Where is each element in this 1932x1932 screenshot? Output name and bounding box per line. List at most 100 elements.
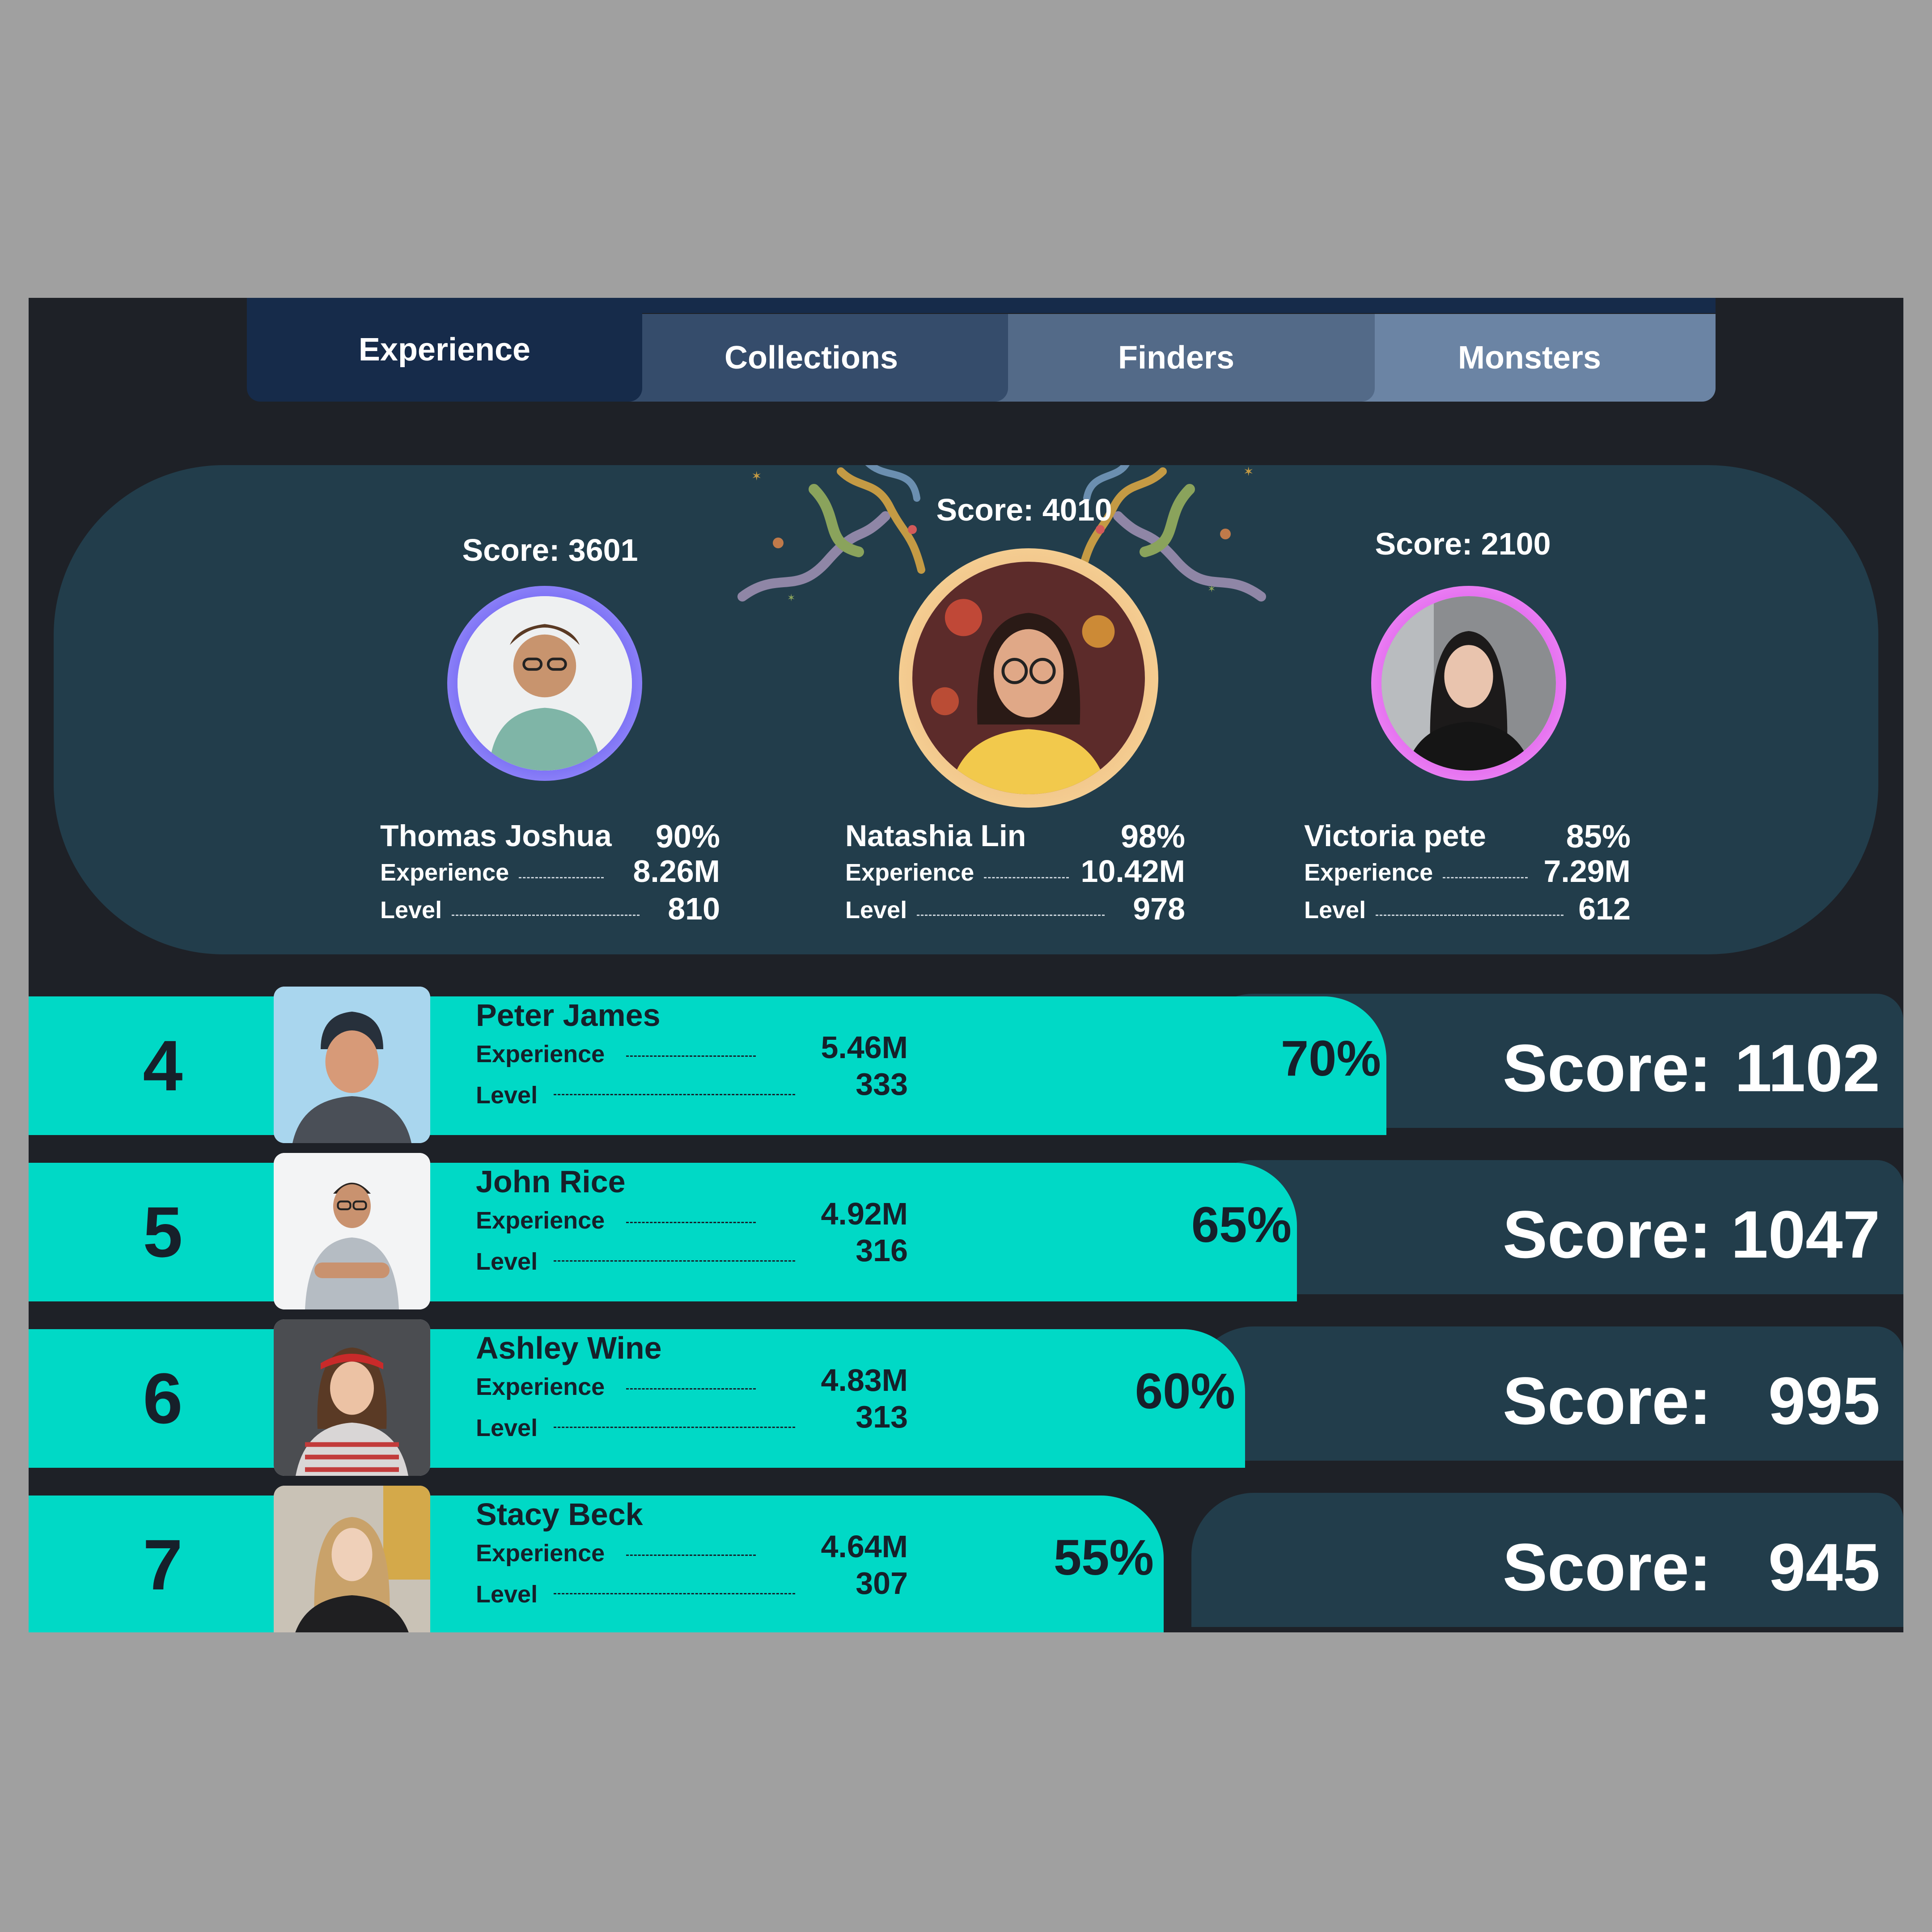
- podium-first-place[interactable]: Score: 4010 Natashia Lin 98% Experience …: [845, 465, 1185, 954]
- leader-dots: [554, 1260, 795, 1262]
- avatar: [458, 596, 632, 771]
- podium-percent: 90%: [655, 819, 720, 855]
- tab-experience[interactable]: Experience: [247, 298, 642, 402]
- leader-dots: [1376, 915, 1563, 916]
- rank-row-6[interactable]: 6 Ashley Wine Experience 4.83M Level 313…: [29, 1319, 1903, 1476]
- leader-dots: [626, 1388, 756, 1390]
- experience-row: Experience 10.42M: [845, 853, 1185, 889]
- leader-dots: [554, 1427, 795, 1428]
- level-value: 333: [856, 1067, 908, 1102]
- level-label: Level: [1304, 897, 1366, 924]
- leader-dots: [554, 1593, 795, 1594]
- level-value: 307: [856, 1566, 908, 1601]
- player-name: Peter James: [476, 998, 661, 1033]
- podium-score: Score: 3601: [462, 533, 638, 568]
- score-value: 995: [1768, 1363, 1880, 1438]
- score-value: 1102: [1734, 1030, 1880, 1106]
- leader-dots: [1443, 877, 1528, 878]
- avatar: [274, 987, 430, 1143]
- progress-percent: 70%: [1280, 1030, 1381, 1086]
- level-label: Level: [380, 897, 442, 924]
- experience-label: Experience: [845, 859, 974, 886]
- svg-text:✶: ✶: [1208, 584, 1216, 595]
- avatar-ring: [447, 586, 642, 781]
- experience-label: Experience: [476, 1207, 605, 1234]
- avatar-ring: [1371, 586, 1566, 781]
- level-row: Level 810: [380, 891, 720, 927]
- level-label: Level: [476, 1248, 538, 1275]
- experience-value: 4.83M: [821, 1363, 908, 1398]
- score-value: 1047: [1731, 1197, 1880, 1272]
- experience-row: Experience 7.29M: [1304, 853, 1631, 889]
- progress-percent: 65%: [1191, 1197, 1292, 1253]
- rank-number: 4: [143, 1025, 183, 1106]
- rank-row-4[interactable]: 4 Peter James Experience 5.46M Level 333…: [29, 987, 1903, 1143]
- rank-row-7[interactable]: 7 Stacy Beck Experience 4.64M Level 307 …: [29, 1486, 1903, 1632]
- score-label: Score:: [1503, 1530, 1712, 1605]
- rank-row-5[interactable]: 5 John Rice Experience 4.92M Level 316 6…: [29, 1153, 1903, 1309]
- leaderboard-board: Monsters Finders Collections Experience …: [29, 298, 1903, 1632]
- rank-number: 6: [143, 1358, 183, 1438]
- experience-value: 5.46M: [821, 1030, 908, 1065]
- avatar: [274, 1153, 430, 1309]
- progress-percent: 55%: [1053, 1530, 1154, 1585]
- leader-dots: [626, 1555, 756, 1556]
- level-value: 313: [856, 1399, 908, 1434]
- experience-row: Experience 8.26M: [380, 853, 720, 889]
- podium-percent: 98%: [1120, 819, 1185, 855]
- leader-dots: [519, 877, 604, 878]
- experience-value: 10.42M: [1080, 854, 1185, 889]
- leader-dots: [984, 877, 1069, 878]
- experience-label: Experience: [476, 1373, 605, 1400]
- svg-text:✶: ✶: [1243, 465, 1254, 479]
- level-label: Level: [845, 897, 907, 924]
- tab-collections[interactable]: Collections: [614, 314, 1008, 402]
- svg-text:✶: ✶: [787, 593, 795, 604]
- level-value: 612: [1578, 891, 1631, 926]
- level-label: Level: [476, 1082, 538, 1109]
- tab-finders[interactable]: Finders: [978, 314, 1375, 402]
- avatar: [274, 1486, 430, 1632]
- experience-value: 4.64M: [821, 1529, 908, 1564]
- rank-number: 7: [143, 1525, 183, 1605]
- level-row: Level 612: [1304, 891, 1631, 927]
- podium-score: Score: 2100: [1375, 526, 1551, 561]
- player-name: Ashley Wine: [476, 1330, 662, 1365]
- podium-name: Natashia Lin: [845, 819, 1026, 853]
- leader-dots: [626, 1055, 756, 1057]
- podium-second-place[interactable]: Score: 3601 Thomas Joshua 90% Experience…: [380, 465, 720, 954]
- leader-dots: [452, 915, 640, 916]
- tab-monsters[interactable]: Monsters: [1343, 314, 1716, 402]
- podium-score: Score: 4010: [936, 492, 1112, 527]
- svg-text:✶: ✶: [751, 469, 762, 483]
- level-value: 978: [1133, 891, 1185, 926]
- top-three-podium: ✶ ✶ ✶ ✶ Score: 3601 Thomas Joshua 90% Ex…: [54, 465, 1878, 954]
- podium-name: Victoria pete: [1304, 819, 1486, 853]
- experience-label: Experience: [476, 1041, 605, 1068]
- experience-value: 4.92M: [821, 1196, 908, 1231]
- podium-name: Thomas Joshua: [380, 819, 612, 853]
- level-value: 810: [668, 891, 720, 926]
- avatar: [912, 562, 1145, 794]
- player-name: Stacy Beck: [476, 1497, 643, 1532]
- leader-dots: [554, 1094, 795, 1095]
- avatar: [274, 1319, 430, 1476]
- podium-third-place[interactable]: Score: 2100 Victoria pete 85% Experience…: [1304, 465, 1631, 954]
- level-value: 316: [856, 1233, 908, 1268]
- experience-value: 8.26M: [633, 854, 720, 889]
- avatar-ring: [899, 548, 1158, 808]
- level-row: Level 978: [845, 891, 1185, 927]
- leader-dots: [917, 915, 1105, 916]
- player-name: John Rice: [476, 1164, 626, 1199]
- podium-percent: 85%: [1566, 819, 1631, 855]
- score-label: Score:: [1503, 1363, 1712, 1438]
- score-label: Score:: [1503, 1030, 1712, 1106]
- level-label: Level: [476, 1581, 538, 1608]
- experience-label: Experience: [380, 859, 509, 886]
- experience-label: Experience: [476, 1540, 605, 1567]
- experience-value: 7.29M: [1543, 854, 1631, 889]
- score-label: Score:: [1503, 1197, 1712, 1272]
- progress-percent: 60%: [1135, 1363, 1235, 1419]
- experience-label: Experience: [1304, 859, 1433, 886]
- level-label: Level: [476, 1415, 538, 1441]
